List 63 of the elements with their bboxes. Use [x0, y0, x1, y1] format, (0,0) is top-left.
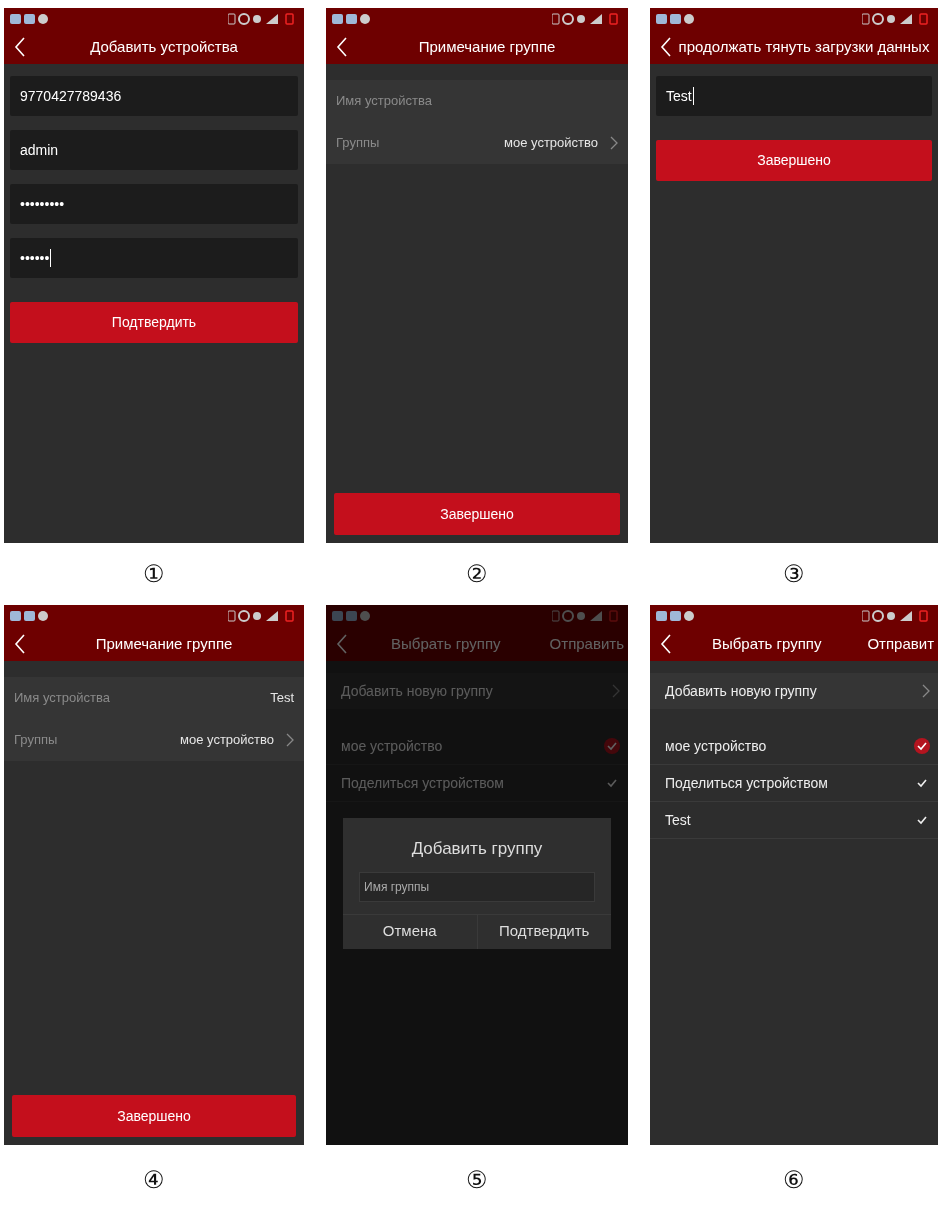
screen-title: продолжать тянуть загрузки данных: [677, 36, 931, 57]
screen-title: Примечание группе: [417, 36, 557, 57]
screen-title: Добавить устройства: [89, 36, 239, 57]
cancel-button[interactable]: Отмена: [343, 914, 477, 949]
check-icon[interactable]: [914, 738, 930, 754]
notification-icons-drawing: [10, 13, 50, 25]
step-number: ①: [143, 559, 165, 589]
row-value: Test: [270, 689, 294, 708]
row-label: Поделиться устройством: [665, 773, 828, 793]
group-row[interactable]: Поделиться устройством: [650, 765, 938, 802]
back-icon[interactable]: [14, 37, 26, 57]
chevron-icon: [612, 684, 620, 698]
confirm-button[interactable]: Завершено: [656, 140, 932, 181]
row-label: мое устройство: [665, 736, 767, 756]
row-label: Имя устройства: [336, 92, 432, 111]
row-label: Добавить новую группу: [665, 681, 817, 701]
row-label: Группы: [14, 731, 58, 750]
input-field[interactable]: Test: [656, 76, 932, 116]
dialog-title: Добавить группу: [410, 838, 544, 860]
screen-title: Выбрать группу: [710, 633, 823, 654]
step-number: ⑤: [466, 1165, 488, 1195]
back-icon[interactable]: [336, 37, 348, 57]
group-row[interactable]: Test: [650, 802, 938, 839]
settings-row[interactable]: Имя устройства Test: [4, 677, 304, 719]
row-label: Имя устройства: [14, 689, 110, 708]
done-button[interactable]: Завершено: [334, 493, 620, 535]
settings-row[interactable]: Имя устройства: [326, 80, 628, 122]
step-number: ③: [783, 559, 805, 589]
step-number: ⑥: [783, 1165, 805, 1195]
send-link[interactable]: Отправит: [859, 632, 934, 656]
settings-row[interactable]: Группы мое устройство: [326, 122, 628, 164]
screen-title: Примечание группе: [94, 633, 234, 654]
input-field[interactable]: 9770427789436: [10, 76, 298, 116]
settings-row[interactable]: Группы мое устройство: [4, 719, 304, 761]
notification-icons-drawing: [10, 610, 50, 622]
chevron-icon: [922, 684, 930, 698]
notification-icons-drawing: [332, 610, 372, 622]
check-icon[interactable]: [604, 738, 620, 754]
row-label: Поделиться устройством: [341, 773, 504, 793]
row-label: Группы: [336, 134, 380, 153]
notification-icons-drawing: [332, 13, 372, 25]
screen-title: Выбрать группу: [390, 633, 502, 654]
notification-icons-drawing: [656, 13, 696, 25]
group-row[interactable]: мое устройство: [650, 728, 938, 765]
confirm-button[interactable]: Подтвердить: [10, 302, 298, 343]
group-name-field[interactable]: Имя группы: [359, 871, 595, 902]
row-label: мое устройство: [341, 736, 443, 756]
back-icon[interactable]: [14, 634, 26, 654]
row-label: Добавить новую группу: [341, 681, 493, 701]
input-field[interactable]: •••••••••: [10, 184, 298, 224]
row-value: мое устройство: [180, 731, 274, 750]
back-icon[interactable]: [660, 634, 672, 654]
row-label: Test: [665, 810, 691, 830]
done-button[interactable]: Завершено: [12, 1095, 296, 1137]
step-number: ②: [466, 559, 488, 589]
confirm-button[interactable]: Подтвердить: [476, 914, 611, 949]
row-value: мое устройство: [504, 134, 598, 153]
back-icon[interactable]: [660, 37, 672, 57]
input-field[interactable]: admin: [10, 130, 298, 170]
notification-icons-drawing: [656, 610, 696, 622]
input-field[interactable]: ••••••: [10, 238, 298, 278]
add-group-row[interactable]: Добавить новую группу: [650, 673, 938, 709]
step-number: ④: [143, 1165, 165, 1195]
